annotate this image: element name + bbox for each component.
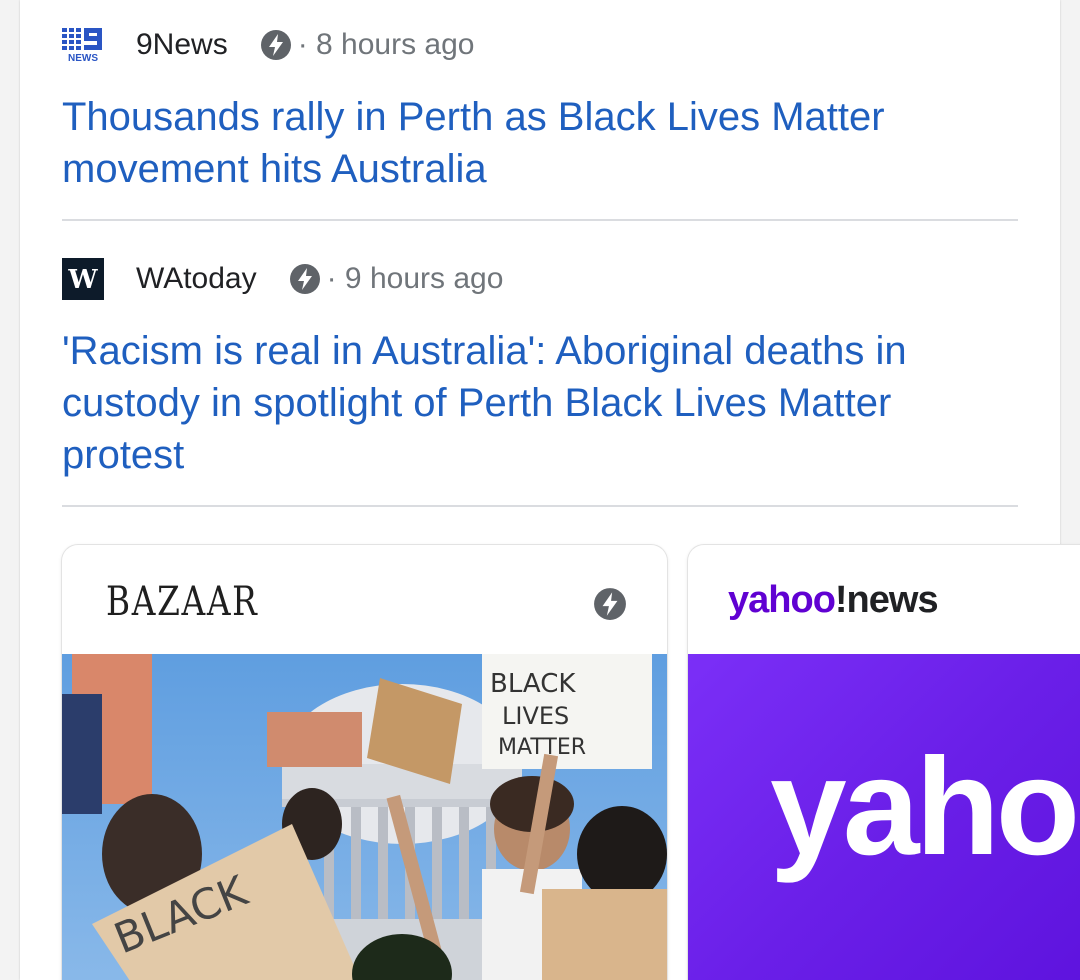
9news-logo-icon: NEWS bbox=[62, 25, 104, 65]
story-card-bazaar[interactable]: BAZAAR BLACK LIVES MATTER BLACK bbox=[62, 545, 667, 980]
bazaar-logo: BAZAAR bbox=[106, 579, 259, 625]
lightning-bolt-icon bbox=[260, 29, 292, 61]
yahoo-news-logo: yahoo!news bbox=[728, 579, 939, 622]
article-headline-link[interactable]: 'Racism is real in Australia': Aborigina… bbox=[62, 325, 1018, 481]
9news-logo-text: NEWS bbox=[68, 53, 98, 62]
photo-sign-text: BLACK bbox=[490, 669, 576, 699]
timestamp: · 8 hours ago bbox=[297, 28, 475, 61]
photo-sign-text: LIVES bbox=[502, 702, 569, 730]
yahoo-panel-text: yaho bbox=[770, 730, 1080, 884]
divider bbox=[62, 505, 1018, 507]
source-name: 9News bbox=[136, 28, 228, 61]
article-headline-link[interactable]: Thousands rally in Perth as Black Lives … bbox=[62, 91, 1018, 195]
news-logo-part: !news bbox=[834, 579, 939, 621]
lightning-bolt-icon bbox=[593, 587, 627, 621]
lightning-bolt-icon bbox=[289, 263, 321, 295]
story-card-header: BAZAAR bbox=[62, 545, 667, 654]
article-meta-row: W WAtoday · 9 hours ago bbox=[62, 258, 1018, 300]
watoday-logo-text: W bbox=[67, 265, 98, 295]
story-card-header: yahoo!news bbox=[688, 545, 1080, 654]
divider bbox=[62, 219, 1018, 221]
yahoo-news-thumbnail[interactable]: yaho bbox=[688, 654, 1080, 980]
protest-photo[interactable]: BLACK LIVES MATTER BLACK bbox=[62, 654, 667, 980]
story-card-yahoo-news[interactable]: yahoo!news yaho bbox=[688, 545, 1080, 980]
news-feed-page: NEWS 9News · 8 hours ago Thousands rally… bbox=[0, 0, 1080, 980]
yahoo-logo-part: yahoo bbox=[728, 579, 836, 621]
timestamp: · 9 hours ago bbox=[326, 262, 504, 295]
article-item-watoday[interactable]: W WAtoday · 9 hours ago 'Racism is real … bbox=[62, 258, 1018, 481]
watoday-logo-icon: W bbox=[62, 258, 104, 300]
photo-sign-text: MATTER bbox=[498, 735, 586, 760]
article-item-9news[interactable]: NEWS 9News · 8 hours ago Thousands rally… bbox=[62, 25, 1018, 195]
article-meta-row: NEWS 9News · 8 hours ago bbox=[62, 25, 1018, 65]
source-name: WAtoday bbox=[136, 262, 257, 295]
